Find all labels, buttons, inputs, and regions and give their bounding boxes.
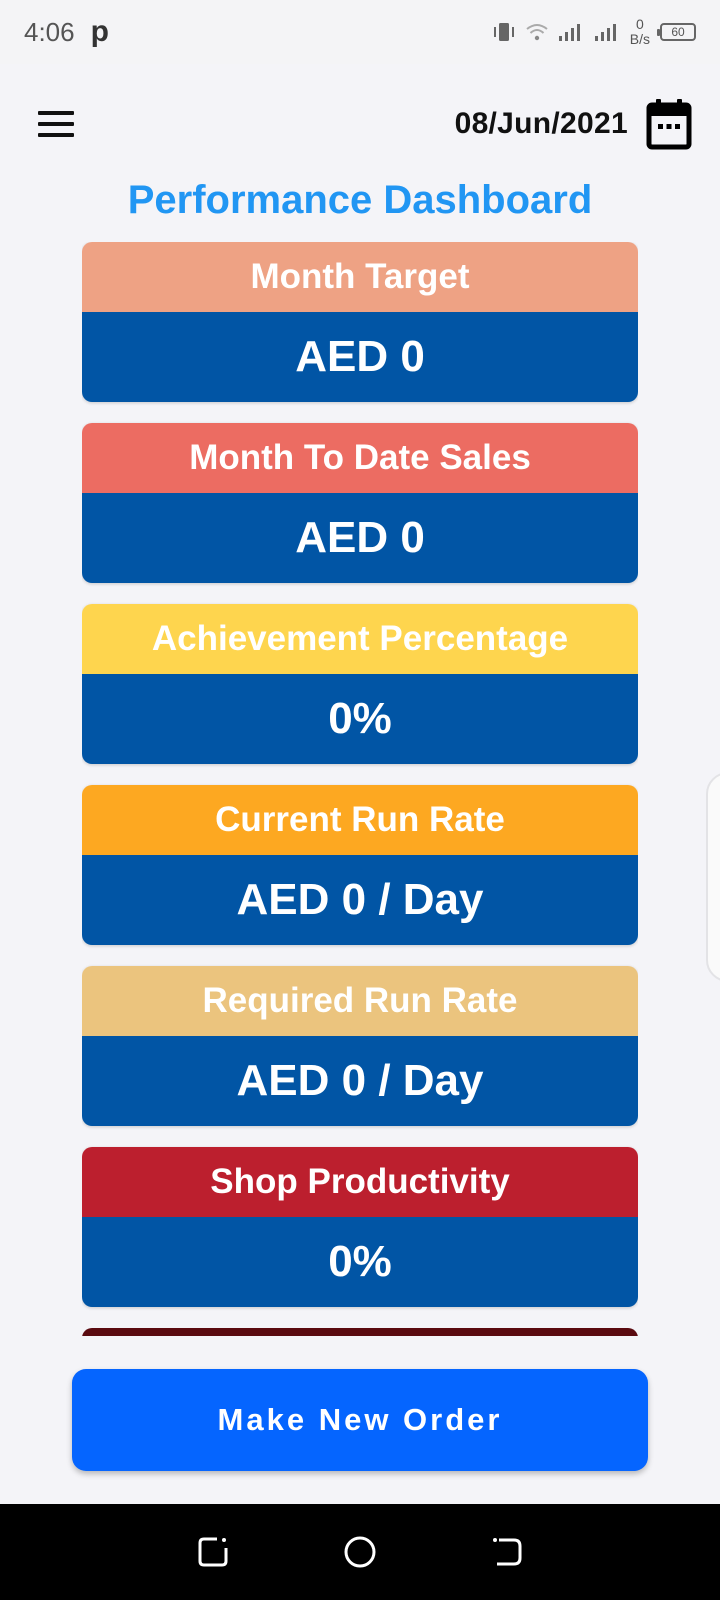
metric-card-achievement-percentage: Achievement Percentage 0% — [82, 604, 638, 764]
card-value: AED 0 — [82, 312, 638, 402]
card-value: 0% — [82, 1217, 638, 1307]
card-header: Required Run Rate — [82, 966, 638, 1036]
page-title: Performance Dashboard — [127, 178, 593, 222]
vibrate-icon — [493, 23, 514, 41]
side-panel-handle[interactable] — [706, 772, 720, 982]
metric-card-shop-productivity: Shop Productivity 0% — [82, 1147, 638, 1307]
status-bar: 4:06 p 0 B/s 60 — [0, 0, 720, 64]
net-speed-value: 0 — [635, 16, 644, 32]
calendar-icon[interactable] — [646, 98, 692, 150]
card-header: Shop Productivity — [82, 1147, 638, 1217]
system-nav-bar — [0, 1504, 720, 1600]
metric-card-required-run-rate: Required Run Rate AED 0 / Day — [82, 966, 638, 1126]
selected-date[interactable]: 08/Jun/2021 — [455, 107, 628, 141]
metrics-list[interactable]: Month Target AED 0 Month To Date Sales A… — [82, 242, 638, 1336]
card-value: 0% — [82, 674, 638, 764]
metric-card-current-run-rate: Current Run Rate AED 0 / Day — [82, 785, 638, 945]
wifi-icon — [526, 24, 548, 41]
card-value: AED 0 — [82, 493, 638, 583]
status-icons: 0 B/s 60 — [492, 17, 696, 47]
metric-card-month-target: Month Target AED 0 — [82, 242, 638, 402]
home-circle-icon[interactable] — [332, 1524, 388, 1580]
metric-card-partial — [82, 1328, 638, 1336]
back-icon[interactable] — [479, 1524, 535, 1580]
battery-icon: 60 — [657, 23, 696, 41]
card-header: Current Run Rate — [82, 785, 638, 855]
signal-strength-icon-2 — [594, 24, 616, 41]
net-speed-unit: B/s — [629, 31, 650, 47]
app-header: 08/Jun/2021 — [0, 64, 720, 184]
card-header: Month Target — [82, 242, 638, 312]
recent-apps-icon[interactable] — [185, 1524, 241, 1580]
card-value: AED 0 / Day — [82, 855, 638, 945]
metric-card-month-to-date-sales: Month To Date Sales AED 0 — [82, 423, 638, 583]
card-value: AED 0 / Day — [82, 1036, 638, 1126]
make-new-order-button[interactable]: Make New Order — [72, 1369, 648, 1471]
signal-strength-icon — [558, 24, 580, 41]
network-speed: 0 B/s — [630, 17, 650, 47]
status-time: 4:06 — [24, 16, 75, 47]
hamburger-menu-icon[interactable] — [38, 111, 74, 137]
card-header: Achievement Percentage — [82, 604, 638, 674]
app-notification-icon: p — [90, 15, 109, 48]
card-header: Month To Date Sales — [82, 423, 638, 493]
